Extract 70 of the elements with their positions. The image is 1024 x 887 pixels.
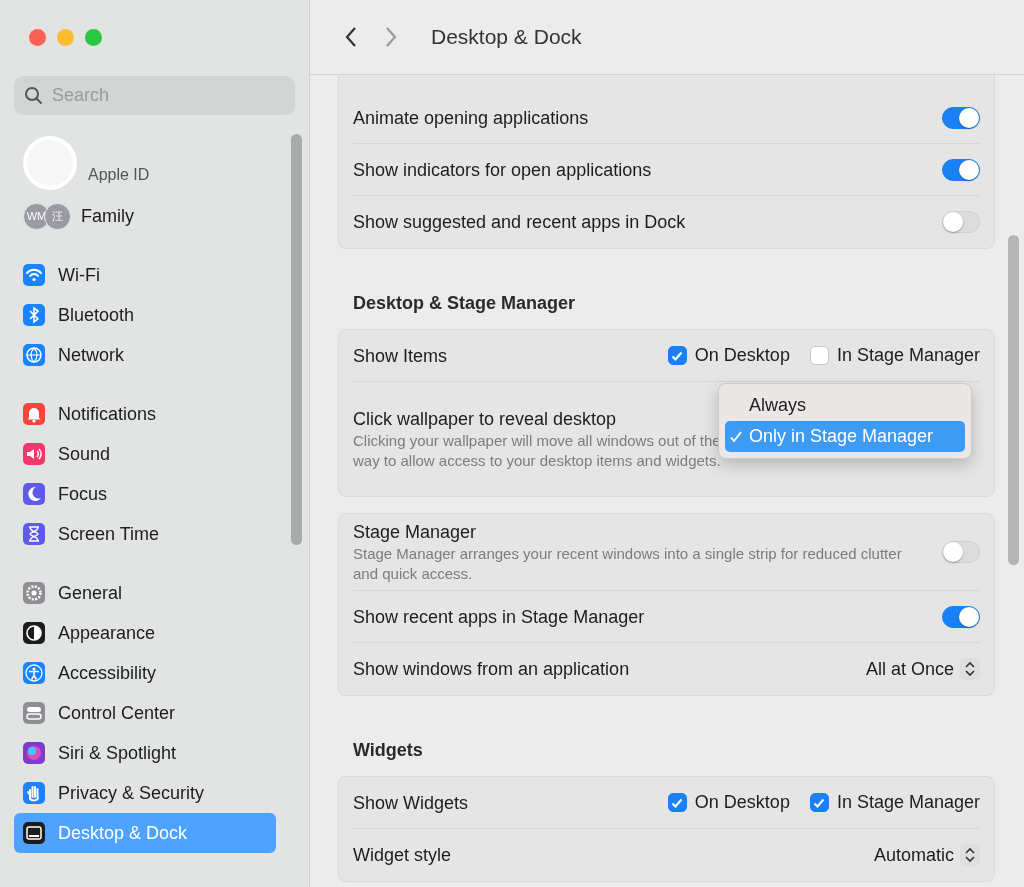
- sidebar-item[interactable]: Notifications: [14, 394, 276, 434]
- window-title: Desktop & Dock: [431, 25, 582, 49]
- setting-label: Stage Manager: [353, 521, 478, 544]
- account-subtitle: Apple ID: [88, 166, 150, 185]
- popup-button[interactable]: All at Once: [865, 658, 980, 680]
- toggle-switch[interactable]: [942, 605, 980, 628]
- setting-label: Show Items: [353, 344, 448, 368]
- search-field[interactable]: Search: [14, 76, 295, 115]
- scrollbar[interactable]: [291, 134, 302, 545]
- sidebar-item[interactable]: Sound: [14, 434, 276, 474]
- chevrons-icon: [960, 658, 980, 680]
- setting-label: Show windows from an application: [353, 658, 630, 681]
- sidebar-item[interactable]: Bluetooth: [14, 295, 276, 335]
- minimize-button[interactable]: [57, 29, 74, 46]
- setting-label: Show suggested and recent apps in Dock: [353, 211, 686, 234]
- toggle-switch[interactable]: [942, 541, 980, 563]
- dock-icon: [23, 822, 45, 844]
- section-heading: Desktop & Stage Manager: [353, 293, 577, 314]
- wifi-icon: [23, 264, 45, 286]
- sidebar-item[interactable]: Screen Time: [14, 514, 276, 554]
- toggle-switch[interactable]: [942, 211, 980, 233]
- speaker-icon: [23, 443, 45, 465]
- close-button[interactable]: [29, 29, 46, 46]
- menu-item[interactable]: Always: [725, 390, 965, 421]
- setting-description: Stage Manager arranges your recent windows into a single strip for reduced clutter and quick access.: [353, 544, 903, 584]
- avatar-icon: [23, 136, 77, 190]
- bluetooth-icon: [23, 304, 45, 326]
- family-label: Family: [81, 205, 134, 227]
- search-icon: [24, 86, 44, 106]
- zoom-button[interactable]: [85, 29, 102, 46]
- checkbox[interactable]: In Stage Manager: [809, 792, 980, 813]
- sidebar-item[interactable]: Control Center: [14, 693, 276, 733]
- hourglass-icon: [23, 523, 45, 545]
- switches-icon: [23, 702, 45, 724]
- moon-icon: [23, 483, 45, 505]
- orb-icon: [23, 742, 45, 764]
- setting-label: Click wallpaper to reveal desktop: [353, 408, 618, 431]
- checkbox[interactable]: In Stage Manager: [809, 345, 980, 366]
- sidebar-item[interactable]: Privacy & Security: [14, 773, 276, 813]
- bell-icon: [23, 403, 45, 425]
- checkbox[interactable]: On Desktop: [667, 792, 790, 813]
- setting-label: Show recent apps in Stage Manager: [353, 605, 645, 629]
- person-icon: [23, 662, 45, 684]
- sidebar-item[interactable]: Appearance: [14, 613, 276, 653]
- popup-button[interactable]: Automatic: [873, 844, 980, 866]
- checkbox[interactable]: On Desktop: [667, 345, 790, 366]
- hand-icon: [23, 782, 45, 804]
- gear-icon: [23, 582, 45, 604]
- toggle-switch[interactable]: [942, 158, 980, 181]
- contrast-icon: [23, 622, 45, 644]
- scrollbar[interactable]: [1008, 235, 1019, 565]
- sidebar-item[interactable]: Wi-Fi: [14, 255, 276, 295]
- sidebar-item[interactable]: Siri & Spotlight: [14, 733, 276, 773]
- sidebar-item[interactable]: Accessibility: [14, 653, 276, 693]
- globe-icon: [23, 344, 45, 366]
- sidebar-item[interactable]: General: [14, 573, 276, 613]
- setting-label: Show indicators for open applications: [353, 158, 652, 182]
- setting-label: Animate opening applications: [353, 106, 589, 130]
- sidebar-item[interactable]: Focus: [14, 474, 276, 514]
- toggle-switch[interactable]: [942, 106, 980, 129]
- section-heading: Widgets: [353, 740, 424, 761]
- sidebar-item[interactable]: Network: [14, 335, 276, 375]
- forward-icon: [383, 25, 399, 49]
- family-item[interactable]: WM 汪 Family: [14, 196, 276, 236]
- setting-label: Show Widgets: [353, 791, 469, 815]
- member-avatar: 汪: [44, 202, 71, 230]
- back-icon: [343, 25, 359, 49]
- checkmark-icon: [729, 429, 745, 444]
- chevrons-icon: [960, 844, 980, 866]
- setting-label: Widget style: [353, 844, 452, 867]
